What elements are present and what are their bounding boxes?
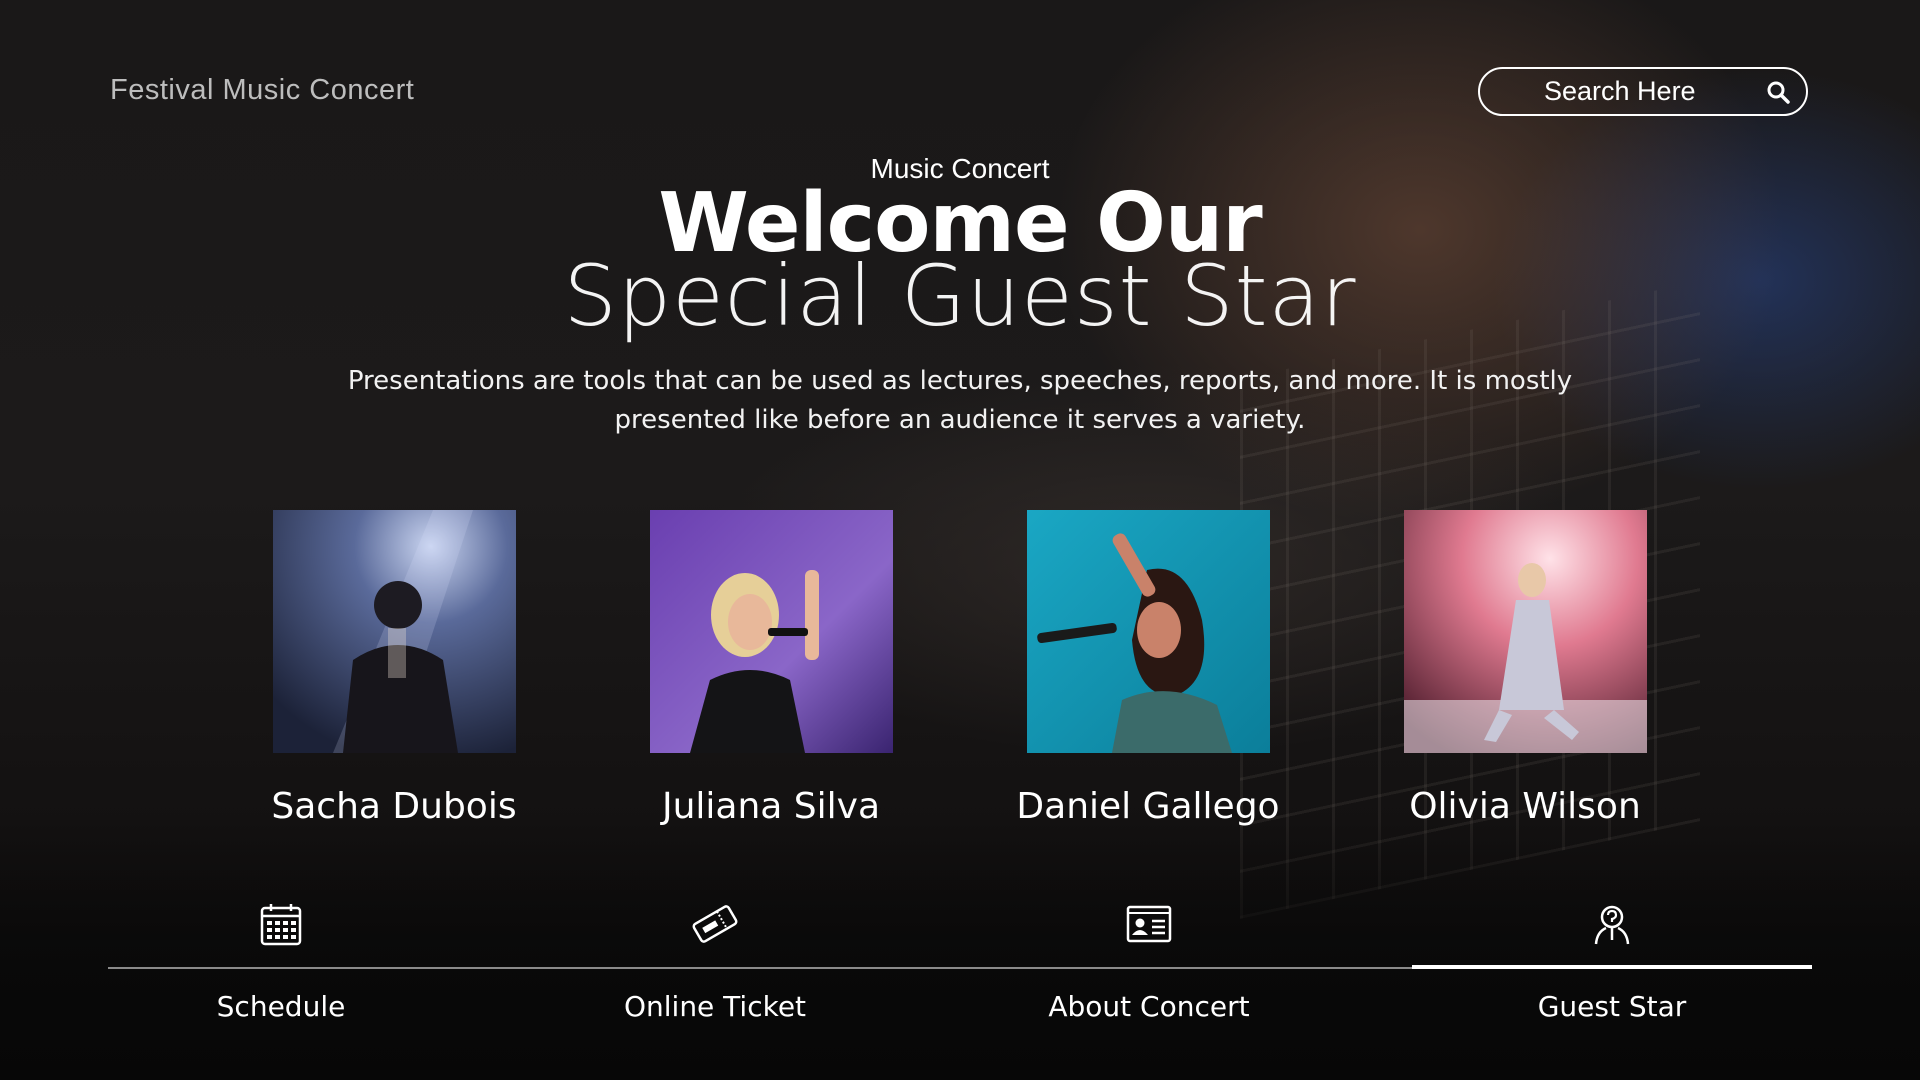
guest-star-list: Sacha Dubois Juliana Silva Daniel Galleg… — [0, 510, 1920, 840]
id-card-icon — [1126, 905, 1172, 943]
nav-item-schedule[interactable]: Schedule — [111, 892, 451, 1023]
nav-item-guest-star[interactable]: Guest Star — [1442, 892, 1782, 1023]
guest-star-card[interactable]: Juliana Silva — [621, 510, 921, 827]
guest-star-card[interactable]: Olivia Wilson — [1375, 510, 1675, 827]
guest-star-card[interactable]: Sacha Dubois — [244, 510, 544, 827]
hero-description: Presentations are tools that can be used… — [347, 366, 1573, 435]
nav-active-indicator — [1412, 965, 1812, 969]
guest-star-name: Daniel Gallego — [1016, 786, 1280, 827]
nav-item-label: About Concert — [1048, 990, 1250, 1023]
guest-star-name: Olivia Wilson — [1409, 786, 1641, 827]
search-box[interactable]: Search Here — [1478, 67, 1808, 116]
guest-star-icon — [1594, 905, 1630, 945]
guest-star-name: Sacha Dubois — [271, 786, 517, 827]
guest-star-name: Juliana Silva — [661, 786, 881, 827]
search-placeholder: Search Here — [1544, 76, 1696, 106]
guest-star-photo — [1026, 510, 1270, 753]
nav-item-label: Schedule — [216, 990, 346, 1023]
page: Festival Music Concert Search Here Music… — [0, 0, 1920, 1080]
nav-item-about-concert[interactable]: About Concert — [979, 892, 1319, 1023]
hero-title-line2: Special Guest Star — [563, 247, 1357, 345]
nav-item-online-ticket[interactable]: Online Ticket — [545, 892, 885, 1023]
calendar-icon — [260, 904, 302, 946]
search-icon[interactable] — [1766, 80, 1790, 104]
guest-star-photo — [649, 510, 893, 753]
guest-star-photo — [272, 510, 516, 753]
brand-title: Festival Music Concert — [110, 74, 415, 106]
guest-star-photo — [1403, 510, 1647, 753]
ticket-icon — [692, 905, 738, 943]
guest-star-card[interactable]: Daniel Gallego — [998, 510, 1298, 827]
bottom-nav: Schedule Online Ticket About Concert Gue… — [108, 892, 1812, 1023]
nav-item-label: Online Ticket — [623, 990, 807, 1023]
nav-item-label: Guest Star — [1537, 990, 1687, 1023]
